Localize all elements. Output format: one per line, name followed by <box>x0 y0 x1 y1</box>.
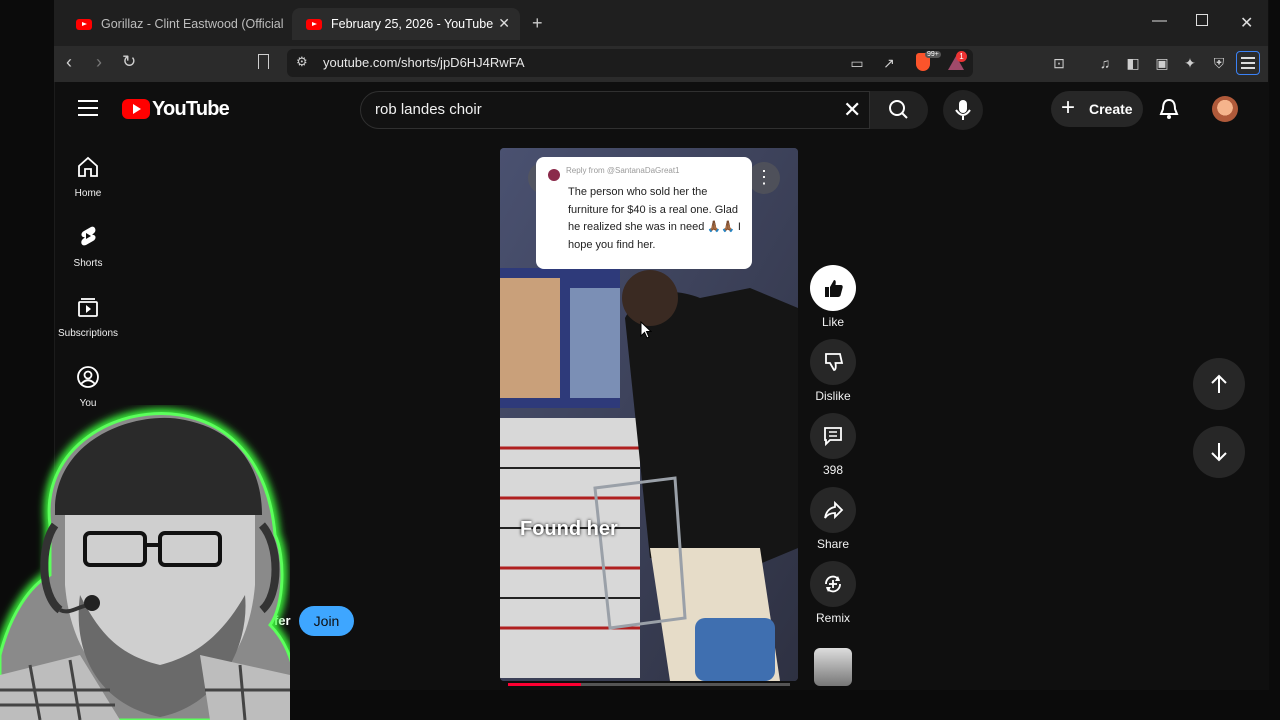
clear-search-icon[interactable]: ✕ <box>843 97 861 123</box>
arrow-down-icon <box>1211 443 1227 462</box>
remix-button[interactable] <box>810 561 856 607</box>
forward-icon[interactable]: › <box>96 52 102 73</box>
arrow-up-icon <box>1211 374 1227 393</box>
notifications-icon[interactable] <box>1158 97 1180 121</box>
like-label: Like <box>821 315 844 329</box>
minimize-icon[interactable]: — <box>1152 12 1167 29</box>
thumbs-up-icon <box>825 280 843 297</box>
more-options-button[interactable]: ⋮ <box>748 162 780 194</box>
youtube-logo-icon[interactable] <box>122 99 150 119</box>
share-button[interactable] <box>810 487 856 533</box>
sidebar-item-label: Shorts <box>73 258 103 269</box>
wallet-icon[interactable]: ▣ <box>1153 54 1171 72</box>
tab-youtube-active[interactable]: February 25, 2026 - YouTube ✕ <box>292 8 520 40</box>
remix-label: Remix <box>815 611 850 625</box>
search-query[interactable]: rob landes choir <box>375 101 482 118</box>
guide-menu-icon[interactable] <box>78 100 98 121</box>
site-settings-icon[interactable]: ⚙ <box>296 54 308 70</box>
new-tab-button[interactable]: + <box>532 13 543 34</box>
reader-mode-icon[interactable]: ⊡ <box>1050 54 1068 72</box>
share-page-icon[interactable]: ↗ <box>880 54 898 72</box>
comment-icon <box>824 427 842 447</box>
shield-badge: 99+ <box>925 51 941 58</box>
rewards-badge: 1 <box>956 51 967 62</box>
sidebar-toggle-icon[interactable]: ◧ <box>1124 54 1142 72</box>
install-app-icon[interactable]: ▭ <box>848 54 866 72</box>
url-text[interactable]: youtube.com/shorts/jpD6HJ4RwFA <box>323 55 525 70</box>
you-icon <box>77 366 99 388</box>
youtube-favicon-icon <box>76 18 92 30</box>
youtube-favicon-icon <box>306 18 322 30</box>
remix-icon <box>825 575 841 593</box>
share-arrow-icon <box>824 500 844 520</box>
sidebar-item-label: Home <box>74 188 102 199</box>
tab-gorillaz[interactable]: Gorillaz - Clint Eastwood (Official Vid <box>62 8 284 40</box>
dislike-button[interactable] <box>810 339 856 385</box>
comment-count: 398 <box>822 463 844 477</box>
search-icon <box>889 100 908 119</box>
close-window-icon[interactable]: ✕ <box>1240 13 1253 33</box>
youtube-logo-text[interactable]: YouTube <box>152 98 230 121</box>
shorts-icon <box>81 226 96 246</box>
sidebar-item-you[interactable]: You <box>54 365 122 409</box>
subscriptions-icon <box>78 298 98 317</box>
next-short-button[interactable] <box>1193 426 1245 478</box>
sidebar-item-label: Subscriptions <box>57 328 119 339</box>
home-icon <box>78 156 98 177</box>
more-vertical-icon: ⋮ <box>755 167 773 187</box>
microphone-icon <box>955 100 971 120</box>
reply-header: Reply from @SantanaDaGreat1 <box>566 166 680 175</box>
tab-title: Gorillaz - Clint Eastwood (Official Vid <box>101 17 284 31</box>
comments-button[interactable] <box>810 413 856 459</box>
thumbs-down-icon <box>825 353 844 371</box>
plus-icon: + <box>1061 94 1076 121</box>
create-label: Create <box>1089 101 1133 117</box>
video-caption: Found her <box>520 518 618 540</box>
back-icon[interactable]: ‹ <box>66 52 72 73</box>
leo-ai-icon[interactable]: ✦ <box>1181 54 1199 72</box>
avatar[interactable] <box>1212 96 1238 122</box>
sound-thumbnail[interactable] <box>814 648 852 686</box>
like-button[interactable] <box>810 265 856 311</box>
progress-fill <box>508 683 582 686</box>
dislike-label: Dislike <box>815 389 851 403</box>
maximize-icon[interactable] <box>1196 14 1208 26</box>
sidebar-item-home[interactable]: Home <box>54 155 122 199</box>
cursor-icon <box>640 321 652 339</box>
sidebar-item-shorts[interactable]: Shorts <box>54 225 122 269</box>
previous-short-button[interactable] <box>1193 358 1245 410</box>
voice-search-button[interactable] <box>943 90 983 130</box>
tab-title: February 25, 2026 - YouTube <box>331 17 494 31</box>
share-label: Share <box>816 537 850 551</box>
sidebar-item-subscriptions[interactable]: Subscriptions <box>54 295 122 339</box>
join-button[interactable]: Join <box>299 606 354 636</box>
bookmark-icon[interactable] <box>258 54 269 69</box>
reload-icon[interactable]: ↻ <box>122 52 136 72</box>
media-icon[interactable]: ♫ <box>1096 54 1114 72</box>
webcam-overlay <box>0 408 290 720</box>
commenter-avatar <box>548 169 560 181</box>
vpn-icon[interactable]: ⛨ <box>1210 54 1228 72</box>
search-button[interactable] <box>870 91 928 129</box>
close-tab-icon[interactable]: ✕ <box>498 15 510 32</box>
reply-text: The person who sold her the furniture fo… <box>568 186 741 251</box>
menu-icon[interactable] <box>1236 51 1260 75</box>
